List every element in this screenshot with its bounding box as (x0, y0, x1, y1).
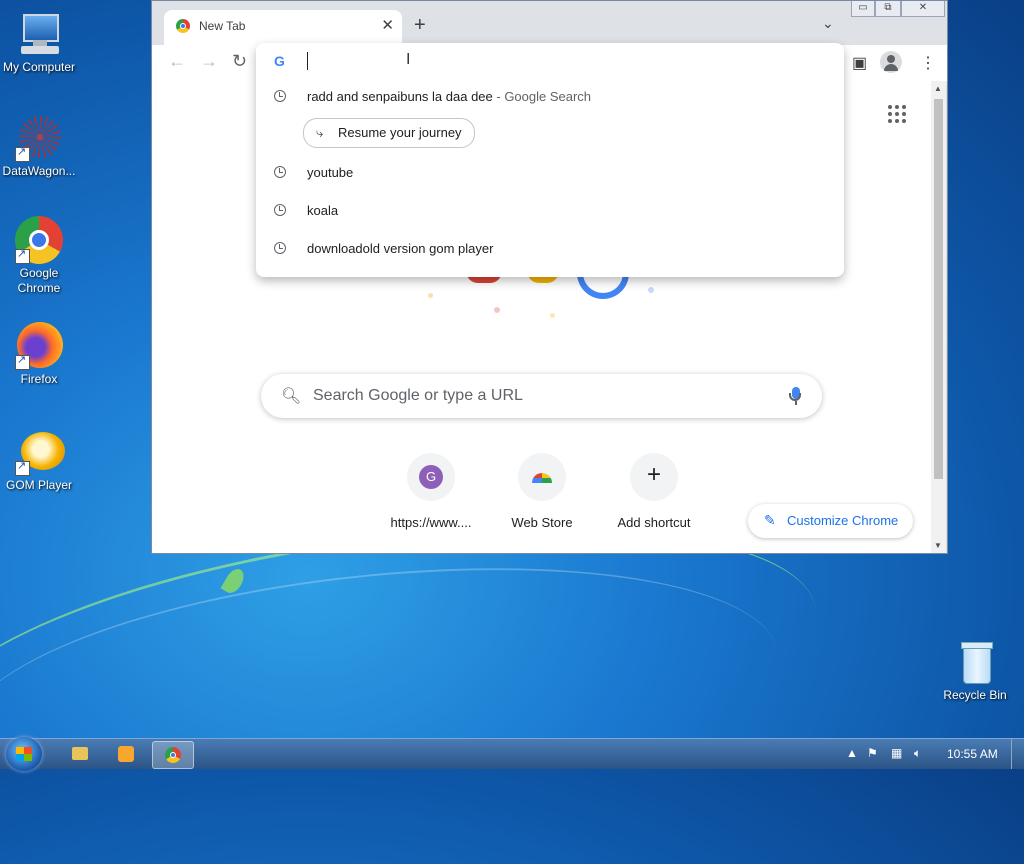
desktop-icon-firefox[interactable]: Firefox (0, 322, 78, 386)
menu-kebab-icon[interactable]: ⋮ (920, 53, 936, 73)
chrome-icon (165, 747, 181, 763)
desktop-icon-gom-player[interactable]: GOM Player (0, 428, 78, 492)
suggestion-item[interactable]: downloadold version gom player (256, 233, 844, 267)
close-window-button[interactable]: ✕ (901, 1, 945, 17)
gom-player-icon (15, 428, 65, 476)
shortcut-label: https://www.... (390, 515, 472, 530)
taskbar-explorer[interactable] (60, 741, 100, 767)
site-letter-icon: G (419, 465, 443, 489)
chrome-favicon-icon (176, 19, 190, 33)
ntp-search-box[interactable]: 🔍︎ Search Google or type a URL (261, 374, 822, 418)
network-icon[interactable]: ▦ (891, 746, 902, 760)
search-icon: 🔍︎ (281, 388, 302, 405)
side-panel-icon[interactable]: ▣ (852, 53, 867, 73)
desktop-icon-label: DataWagon... (2, 164, 76, 178)
shortcut-arrow-icon (15, 459, 30, 476)
suggestion-text: radd and senpaibuns la daa dee (307, 89, 493, 104)
search-placeholder: Search Google or type a URL (313, 387, 523, 404)
tab-title: New Tab (199, 19, 246, 33)
suggestion-item[interactable]: radd and senpaibuns la daa dee - Google … (256, 81, 844, 115)
shortcut-arrow-icon (15, 247, 30, 264)
desktop-icon-datawagon[interactable]: DataWagon... (0, 114, 78, 178)
desktop-icon-label: Firefox (20, 372, 58, 386)
shortcut-arrow-icon (15, 353, 30, 370)
profile-avatar-icon[interactable] (880, 51, 902, 73)
start-button[interactable] (6, 737, 42, 771)
suggestion-text: downloadold version gom player (307, 241, 494, 256)
google-g-icon: G (274, 53, 285, 69)
show-desktop-button[interactable] (1011, 739, 1024, 769)
desktop-icon-google-chrome[interactable]: Google Chrome (0, 216, 78, 296)
shortcut-label: Add shortcut (617, 515, 691, 530)
show-hidden-icons-icon[interactable]: ▲ (846, 746, 858, 760)
vertical-scrollbar[interactable]: ▲ ▼ (931, 81, 946, 553)
customize-label: Customize Chrome (787, 513, 899, 528)
shortcut-tile[interactable]: G https://www.... (375, 453, 487, 530)
desktop-icon-my-computer[interactable]: My Computer (0, 10, 78, 74)
history-clock-icon (274, 204, 286, 216)
media-player-icon (118, 746, 134, 762)
text-cursor-icon: I (406, 51, 411, 68)
desktop-icon-label: GOM Player (5, 478, 72, 492)
restore-button[interactable]: ⧉ (875, 1, 901, 17)
desktop-icon-label: Google Chrome (17, 266, 61, 295)
resume-journey-chip[interactable]: ⤷ Resume your journey (303, 118, 475, 148)
firefox-icon (15, 322, 63, 370)
reload-icon[interactable]: ↻ (232, 51, 247, 72)
history-clock-icon (274, 242, 286, 254)
suggestion-item[interactable]: koala (256, 195, 844, 229)
tab-close-icon[interactable]: ✕ (381, 16, 394, 34)
desktop-icon-label: My Computer (2, 60, 76, 74)
back-arrow-icon[interactable]: ← (168, 51, 186, 72)
journey-icon: ⤷ (316, 125, 324, 140)
taskbar-media-player[interactable] (106, 741, 146, 767)
suggestion-suffix: - Google Search (492, 89, 592, 104)
scroll-thumb[interactable] (934, 99, 943, 479)
chrome-icon (15, 216, 63, 264)
tab-strip: New Tab ✕ + ⌄ ▭ ⧉ ✕ (152, 1, 947, 45)
desktop-icon-label: Recycle Bin (943, 688, 1007, 702)
shortcut-add[interactable]: + Add shortcut (598, 453, 710, 530)
datawagon-icon (15, 114, 63, 162)
forward-arrow-icon[interactable]: → (200, 51, 218, 72)
history-clock-icon (274, 90, 286, 102)
suggestion-item[interactable]: youtube (256, 157, 844, 191)
shortcut-arrow-icon (15, 145, 30, 162)
scroll-up-arrow-icon[interactable]: ▲ (934, 84, 942, 93)
customize-chrome-button[interactable]: ✎ Customize Chrome (748, 504, 913, 538)
omnibox-dropdown: G I radd and senpaibuns la daa dee - Goo… (256, 43, 844, 277)
pencil-icon: ✎ (764, 512, 776, 528)
apps-grid-icon[interactable] (888, 105, 906, 123)
shortcut-web-store[interactable]: Web Store (486, 453, 598, 530)
plus-icon: + (646, 461, 661, 488)
journey-label: Resume your journey (338, 125, 462, 140)
web-store-icon (532, 473, 552, 483)
folder-icon (72, 747, 88, 760)
suggestion-text: youtube (307, 165, 354, 180)
action-center-icon[interactable]: ⚑ (867, 746, 878, 760)
tab-search-chevron-icon[interactable]: ⌄ (822, 15, 834, 32)
new-tab-button[interactable]: + (414, 14, 426, 37)
shortcut-label: Web Store (511, 515, 573, 530)
omnibox-input[interactable] (307, 52, 308, 70)
volume-icon[interactable]: 🔈︎ (914, 746, 921, 761)
scroll-down-arrow-icon[interactable]: ▼ (934, 541, 942, 550)
computer-icon (15, 10, 63, 58)
tab-new-tab[interactable]: New Tab ✕ (164, 10, 402, 45)
minimize-button[interactable]: ▭ (851, 1, 875, 17)
history-clock-icon (274, 166, 286, 178)
desktop-icon-recycle-bin[interactable]: Recycle Bin (936, 638, 1014, 702)
suggestion-text: koala (307, 203, 339, 218)
recycle-bin-icon (951, 638, 999, 686)
taskbar-chrome[interactable] (152, 741, 194, 769)
taskbar-clock[interactable]: 10:55 AM (947, 747, 998, 761)
mic-icon[interactable] (789, 387, 801, 401)
taskbar: ▲ ⚑ ▦ 🔈︎ 10:55 AM (0, 737, 1024, 771)
